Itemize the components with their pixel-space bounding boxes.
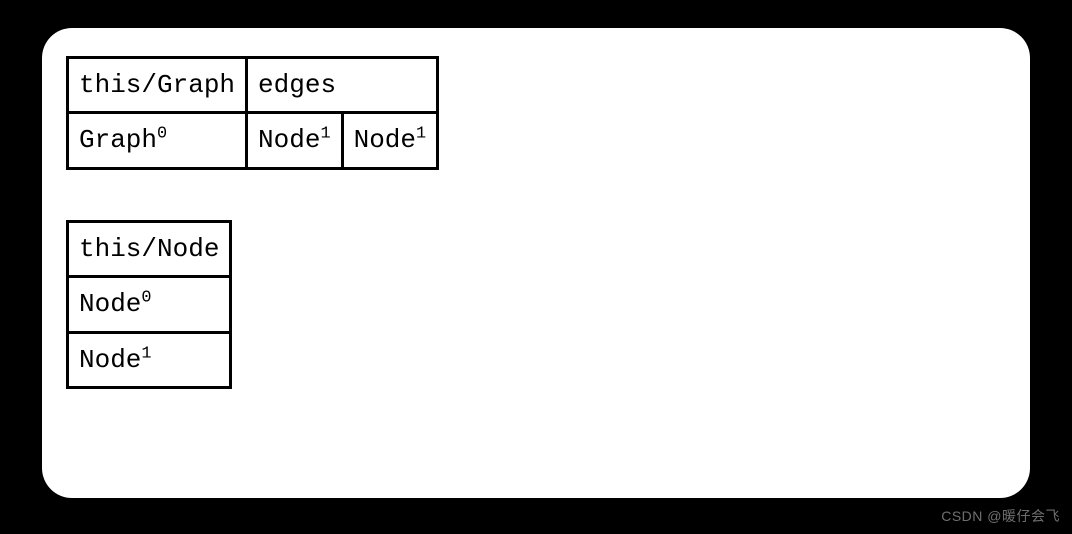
- graph-cell-graph0-base: Graph: [79, 125, 157, 155]
- node-cell-0-base: Node: [79, 289, 141, 319]
- node-cell-0-sup: 0: [141, 289, 151, 308]
- node-header-sig: this/Node: [68, 221, 231, 276]
- graph-header-sig: this/Graph: [68, 58, 247, 113]
- graph-header-field: edges: [247, 58, 438, 113]
- graph-table-header-row: this/Graph edges: [68, 58, 438, 113]
- watermark-text: CSDN @暖仔会飞: [941, 506, 1060, 526]
- node-row-1: Node1: [68, 332, 231, 387]
- content-card: this/Graph edges Graph0 Node1 Node1 this…: [42, 28, 1030, 498]
- node-table: this/Node Node0 Node1: [66, 220, 232, 389]
- graph-table-data-row: Graph0 Node1 Node1: [68, 113, 438, 168]
- graph-edges-table: this/Graph edges Graph0 Node1 Node1: [66, 56, 439, 170]
- graph-cell-node1-b-sup: 1: [416, 125, 426, 144]
- node-table-header-row: this/Node: [68, 221, 231, 276]
- graph-cell-node1-a-sup: 1: [320, 125, 330, 144]
- graph-cell-node1-a-base: Node: [258, 125, 320, 155]
- graph-cell-node1-b-base: Node: [354, 125, 416, 155]
- node-cell-1: Node1: [68, 332, 231, 387]
- graph-cell-graph0-sup: 0: [157, 125, 167, 144]
- node-cell-1-sup: 1: [141, 344, 151, 363]
- graph-cell-node1-a: Node1: [247, 113, 343, 168]
- node-cell-0: Node0: [68, 277, 231, 332]
- node-cell-1-base: Node: [79, 345, 141, 375]
- graph-cell-node1-b: Node1: [342, 113, 438, 168]
- node-row-0: Node0: [68, 277, 231, 332]
- graph-cell-graph0: Graph0: [68, 113, 247, 168]
